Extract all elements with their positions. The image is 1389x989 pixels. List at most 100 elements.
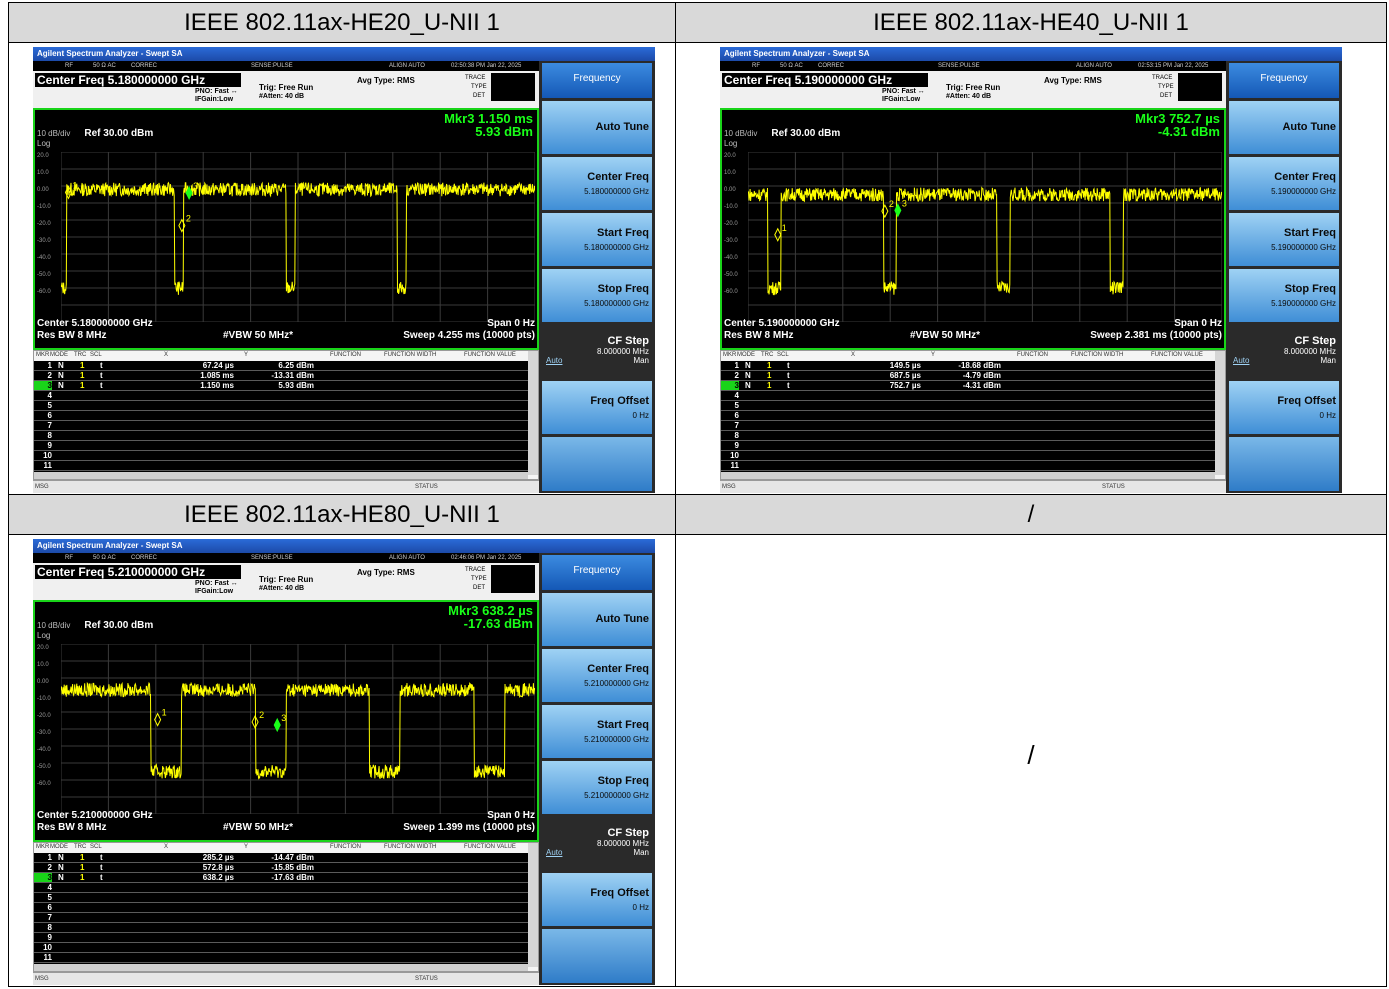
stop-freq-button[interactable]: Stop Freq 5.190000000 GHz [1229, 269, 1339, 322]
cf-step-button[interactable]: CF Step 8.000000 MHz Auto Man [1229, 325, 1339, 378]
auto-tune-button[interactable]: Auto Tune [542, 593, 652, 646]
table-row[interactable]: 7 [34, 421, 528, 431]
table-row[interactable]: 11 [721, 461, 1215, 471]
cf-step-button[interactable]: CF Step 8.000000 MHz Auto Man [542, 817, 652, 870]
y-tick-label: -40.0 [37, 747, 51, 753]
table-row[interactable]: 6 [34, 903, 528, 913]
table-row[interactable]: 6 [34, 411, 528, 421]
marker-y: -15.85 dBm [271, 863, 314, 872]
table-row[interactable]: 4 [721, 391, 1215, 401]
table-column-header: MODE [50, 352, 68, 358]
stop-freq-button[interactable]: Stop Freq 5.210000000 GHz [542, 761, 652, 814]
vertical-scrollbar[interactable] [528, 351, 538, 475]
y-tick-label: 20.0 [724, 153, 736, 159]
vbw-label: #VBW 50 MHz* [223, 822, 294, 833]
marker-number: 2 [259, 710, 264, 720]
plot-footer: Center 5.210000000 GHz Span 0 Hz Res BW … [37, 810, 535, 834]
marker-y: 5.93 dBm [278, 381, 314, 390]
table-column-header: FUNCTION VALUE [464, 844, 516, 850]
freq-offset-button[interactable]: Freq Offset 0 Hz [1229, 381, 1339, 434]
marker-mode: N [58, 873, 64, 882]
plot-area[interactable]: Mkr3 1.150 ms 5.93 dBm 10 dB/div Ref 30.00… [33, 108, 539, 350]
table-row[interactable]: 5 [721, 401, 1215, 411]
table-row[interactable]: 4 [34, 883, 528, 893]
table-row[interactable]: 10 [34, 451, 528, 461]
scale-label: 10 dB/div Ref 30.00 dBm Log [37, 128, 154, 148]
vertical-scrollbar[interactable] [1215, 351, 1225, 475]
table-row[interactable]: 8 [34, 923, 528, 933]
table-row[interactable]: 1 N 1 t 149.5 µs -18.68 dBm [721, 361, 1215, 371]
row-number: 2 [734, 371, 739, 380]
horizontal-scrollbar[interactable] [34, 964, 528, 971]
y-tick-label: -50.0 [37, 764, 51, 770]
plot-area[interactable]: Mkr3 752.7 µs -4.31 dBm 10 dB/div Ref 30.0… [720, 108, 1226, 350]
settings-panel: Center Freq 5.190000000 GHz PNO: Fast ↔ … [720, 71, 1226, 108]
atten-setting: #Atten: 40 dB [259, 93, 305, 100]
table-row[interactable]: 11 [34, 461, 528, 471]
table-row[interactable]: 9 [721, 441, 1215, 451]
freq-offset-button[interactable]: Freq Offset 0 Hz [542, 873, 652, 926]
start-freq-button[interactable]: Start Freq 5.180000000 GHz [542, 213, 652, 266]
horizontal-scrollbar[interactable] [721, 472, 1215, 479]
status-sense: SENSE:PULSE [251, 555, 293, 561]
stop-freq-button[interactable]: Stop Freq 5.180000000 GHz [542, 269, 652, 322]
row-number: 11 [730, 461, 739, 470]
marker-x: 687.5 µs [889, 371, 921, 380]
table-row[interactable]: 8 [721, 431, 1215, 441]
table-column-header: SCL [777, 352, 789, 358]
table-row[interactable]: 5 [34, 893, 528, 903]
table-column-header: SCL [90, 352, 102, 358]
table-row[interactable]: 3 N 1 t 1.150 ms 5.93 dBm [34, 381, 528, 391]
horizontal-scrollbar[interactable] [34, 472, 528, 479]
marker-number: 2 [186, 214, 191, 224]
start-freq-button[interactable]: Start Freq 5.190000000 GHz [1229, 213, 1339, 266]
table-row[interactable]: 3 N 1 t 638.2 µs -17.63 dBm [34, 873, 528, 883]
center-freq-button[interactable]: Center Freq 5.190000000 GHz [1229, 157, 1339, 210]
table-column-header: Y [931, 352, 936, 358]
menu-title-frequency: Frequency [542, 63, 652, 98]
trace-plot: 1 2 3 [61, 644, 535, 814]
table-row[interactable]: 6 [721, 411, 1215, 421]
y-tick-label: 20.0 [37, 153, 49, 159]
table-column-header: TRC [761, 352, 774, 358]
table-row[interactable]: 11 [34, 953, 528, 963]
table-row[interactable]: 2 N 1 t 687.5 µs -4.79 dBm [721, 371, 1215, 381]
table-row[interactable]: 10 [721, 451, 1215, 461]
table-row[interactable]: 3 N 1 t 752.7 µs -4.31 dBm [721, 381, 1215, 391]
table-row[interactable]: 1 N 1 t 67.24 µs 6.25 dBm [34, 361, 528, 371]
row-number: 8 [47, 923, 52, 932]
marker-scl: t [787, 381, 790, 390]
marker-y: -4.79 dBm [962, 371, 1001, 380]
freq-offset-button[interactable]: Freq Offset 0 Hz [542, 381, 652, 434]
marker-trc: 1 [767, 381, 772, 390]
vertical-scrollbar[interactable] [528, 843, 538, 967]
table-row[interactable]: 7 [721, 421, 1215, 431]
message-bar: MSG STATUS [33, 972, 539, 985]
row-number: 6 [734, 411, 739, 420]
table-row[interactable]: 4 [34, 391, 528, 401]
table-row[interactable]: 2 N 1 t 572.8 µs -15.85 dBm [34, 863, 528, 873]
table-row[interactable]: 9 [34, 441, 528, 451]
table-row[interactable]: 9 [34, 933, 528, 943]
y-tick-label: -20.0 [724, 221, 738, 227]
table-row[interactable]: 8 [34, 431, 528, 441]
table-row[interactable]: 1 N 1 t 285.2 µs -14.47 dBm [34, 853, 528, 863]
cf-step-button[interactable]: CF Step 8.000000 MHz Auto Man [542, 325, 652, 378]
marker-number: 3 [281, 713, 286, 723]
table-row[interactable]: 7 [34, 913, 528, 923]
marker-x: 285.2 µs [202, 853, 234, 862]
table-row[interactable]: 10 [34, 943, 528, 953]
plot-area[interactable]: Mkr3 638.2 µs -17.63 dBm 10 dB/div Ref 30.… [33, 600, 539, 842]
start-freq-button[interactable]: Start Freq 5.210000000 GHz [542, 705, 652, 758]
table-row[interactable]: 2 N 1 t 1.085 ms -13.31 dBm [34, 371, 528, 381]
auto-tune-button[interactable]: Auto Tune [542, 101, 652, 154]
center-freq-button[interactable]: Center Freq 5.180000000 GHz [542, 157, 652, 210]
marker-table-header: MKR MODE TRC SCL X Y FUNCTION FUNCTION WIDTH FUN… [34, 351, 538, 361]
auto-tune-button[interactable]: Auto Tune [1229, 101, 1339, 154]
marker-table-header: MKR MODE TRC SCL X Y FUNCTION FUNCTION WIDTH FUN… [721, 351, 1225, 361]
plot-footer: Center 5.190000000 GHz Span 0 Hz Res BW … [724, 318, 1222, 342]
row-number: 10 [43, 943, 52, 952]
center-freq-button[interactable]: Center Freq 5.210000000 GHz [542, 649, 652, 702]
table-row[interactable]: 5 [34, 401, 528, 411]
timestamp: 02:46:06 PM Jan 22, 2025 [451, 555, 522, 561]
